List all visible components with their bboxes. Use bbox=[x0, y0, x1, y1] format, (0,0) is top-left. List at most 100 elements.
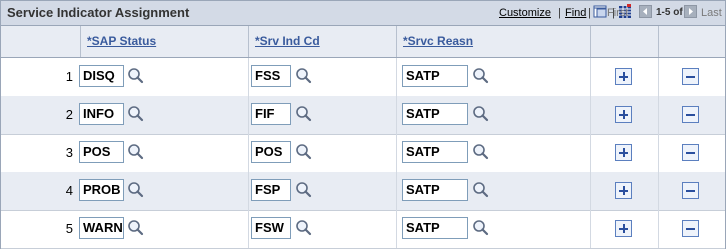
column-divider bbox=[590, 58, 591, 96]
table-row: 1 DISQ FSS SATP bbox=[1, 58, 725, 97]
minus-icon bbox=[686, 76, 695, 78]
srvc-reasn-input[interactable]: SATP bbox=[402, 65, 468, 87]
sap-status-input[interactable]: INFO bbox=[79, 103, 124, 125]
plus-icon bbox=[623, 72, 625, 81]
toolbar-separator: | bbox=[588, 7, 591, 19]
row-number: 5 bbox=[65, 221, 73, 236]
srvc-reasn-input[interactable]: SATP bbox=[402, 179, 468, 201]
magnifier-icon[interactable] bbox=[294, 142, 314, 162]
magnifier-icon[interactable] bbox=[471, 142, 491, 162]
next-page-button[interactable] bbox=[684, 5, 697, 18]
magnifier-icon[interactable] bbox=[294, 180, 314, 200]
row-number: 1 bbox=[65, 69, 73, 84]
plus-icon bbox=[623, 224, 625, 233]
add-row-button[interactable] bbox=[615, 182, 632, 199]
row-number: 2 bbox=[65, 107, 73, 122]
column-divider bbox=[590, 210, 591, 248]
table-row: 5 WARN FSW SATP bbox=[1, 210, 725, 249]
magnifier-icon[interactable] bbox=[126, 142, 146, 162]
srvc-reasn-input[interactable]: SATP bbox=[402, 103, 468, 125]
srv-ind-cd-input[interactable]: FIF bbox=[251, 103, 291, 125]
magnifier-icon[interactable] bbox=[471, 104, 491, 124]
column-divider bbox=[658, 134, 659, 172]
previous-page-button[interactable] bbox=[639, 5, 652, 18]
magnifier-icon[interactable] bbox=[471, 218, 491, 238]
header-row-number bbox=[1, 26, 80, 57]
grid-title-bar: Service Indicator Assignment Customize |… bbox=[1, 1, 725, 26]
minus-icon bbox=[686, 152, 695, 154]
column-divider bbox=[248, 172, 249, 210]
srv-ind-cd-input[interactable]: FSS bbox=[251, 65, 291, 87]
row-number: 4 bbox=[65, 183, 73, 198]
sap-status-input[interactable]: POS bbox=[79, 141, 124, 163]
row-number: 3 bbox=[65, 145, 73, 160]
magnifier-icon[interactable] bbox=[126, 66, 146, 86]
magnifier-icon[interactable] bbox=[294, 104, 314, 124]
column-divider bbox=[396, 58, 397, 96]
delete-row-button[interactable] bbox=[682, 68, 699, 85]
column-divider bbox=[248, 134, 249, 172]
delete-row-button[interactable] bbox=[682, 182, 699, 199]
column-divider bbox=[658, 210, 659, 248]
plus-icon bbox=[623, 110, 625, 119]
add-row-button[interactable] bbox=[615, 68, 632, 85]
magnifier-icon[interactable] bbox=[126, 104, 146, 124]
minus-icon bbox=[686, 114, 695, 116]
header-srvc-reasn: *Srvc Reasn bbox=[396, 26, 591, 57]
sap-status-sort-link[interactable]: *SAP Status bbox=[87, 34, 156, 48]
customize-link[interactable]: Customize bbox=[499, 7, 551, 19]
minus-icon bbox=[686, 228, 695, 230]
delete-row-button[interactable] bbox=[682, 144, 699, 161]
magnifier-icon[interactable] bbox=[126, 180, 146, 200]
first-label: First bbox=[607, 7, 629, 19]
header-add bbox=[590, 26, 659, 57]
column-divider bbox=[590, 172, 591, 210]
toolbar-separator: | bbox=[558, 7, 561, 19]
column-divider bbox=[590, 96, 591, 134]
srv-ind-cd-input[interactable]: FSP bbox=[251, 179, 291, 201]
column-divider bbox=[396, 134, 397, 172]
table-row: 4 PROB FSP SATP bbox=[1, 172, 725, 211]
delete-row-button[interactable] bbox=[682, 220, 699, 237]
column-divider bbox=[658, 58, 659, 96]
grid-title: Service Indicator Assignment bbox=[7, 5, 190, 20]
column-divider bbox=[658, 172, 659, 210]
arrow-right-icon bbox=[689, 8, 693, 15]
add-row-button[interactable] bbox=[615, 144, 632, 161]
add-row-button[interactable] bbox=[615, 220, 632, 237]
table-row: 2 INFO FIF SATP bbox=[1, 96, 725, 135]
header-sap-status: *SAP Status bbox=[80, 26, 249, 57]
srvc-reasn-sort-link[interactable]: *Srvc Reasn bbox=[403, 34, 473, 48]
srvc-reasn-input[interactable]: SATP bbox=[402, 141, 468, 163]
srvc-reasn-input[interactable]: SATP bbox=[402, 217, 468, 239]
magnifier-icon[interactable] bbox=[126, 218, 146, 238]
column-divider bbox=[658, 96, 659, 134]
header-srv-ind-cd: *Srv Ind Cd bbox=[248, 26, 397, 57]
column-divider bbox=[248, 58, 249, 96]
column-divider bbox=[248, 210, 249, 248]
sap-status-input[interactable]: DISQ bbox=[79, 65, 124, 87]
column-divider bbox=[396, 96, 397, 134]
srv-ind-cd-input[interactable]: FSW bbox=[251, 217, 291, 239]
sap-status-input[interactable]: WARN bbox=[79, 217, 124, 239]
plus-icon bbox=[623, 186, 625, 195]
sap-status-input[interactable]: PROB bbox=[79, 179, 124, 201]
column-header-row: *SAP Status *Srv Ind Cd *Srvc Reasn bbox=[1, 26, 725, 58]
service-indicator-grid: Service Indicator Assignment Customize |… bbox=[0, 0, 726, 249]
magnifier-icon[interactable] bbox=[471, 66, 491, 86]
column-divider bbox=[248, 96, 249, 134]
column-divider bbox=[396, 210, 397, 248]
arrow-left-icon bbox=[643, 8, 647, 15]
find-link[interactable]: Find bbox=[565, 7, 586, 19]
add-row-button[interactable] bbox=[615, 106, 632, 123]
column-divider bbox=[396, 172, 397, 210]
column-divider bbox=[590, 134, 591, 172]
magnifier-icon[interactable] bbox=[294, 66, 314, 86]
delete-row-button[interactable] bbox=[682, 106, 699, 123]
magnifier-icon[interactable] bbox=[294, 218, 314, 238]
srv-ind-cd-input[interactable]: POS bbox=[251, 141, 291, 163]
table-row: 3 POS POS SATP bbox=[1, 134, 725, 173]
srv-ind-cd-sort-link[interactable]: *Srv Ind Cd bbox=[255, 34, 320, 48]
magnifier-icon[interactable] bbox=[471, 180, 491, 200]
header-delete bbox=[658, 26, 726, 57]
